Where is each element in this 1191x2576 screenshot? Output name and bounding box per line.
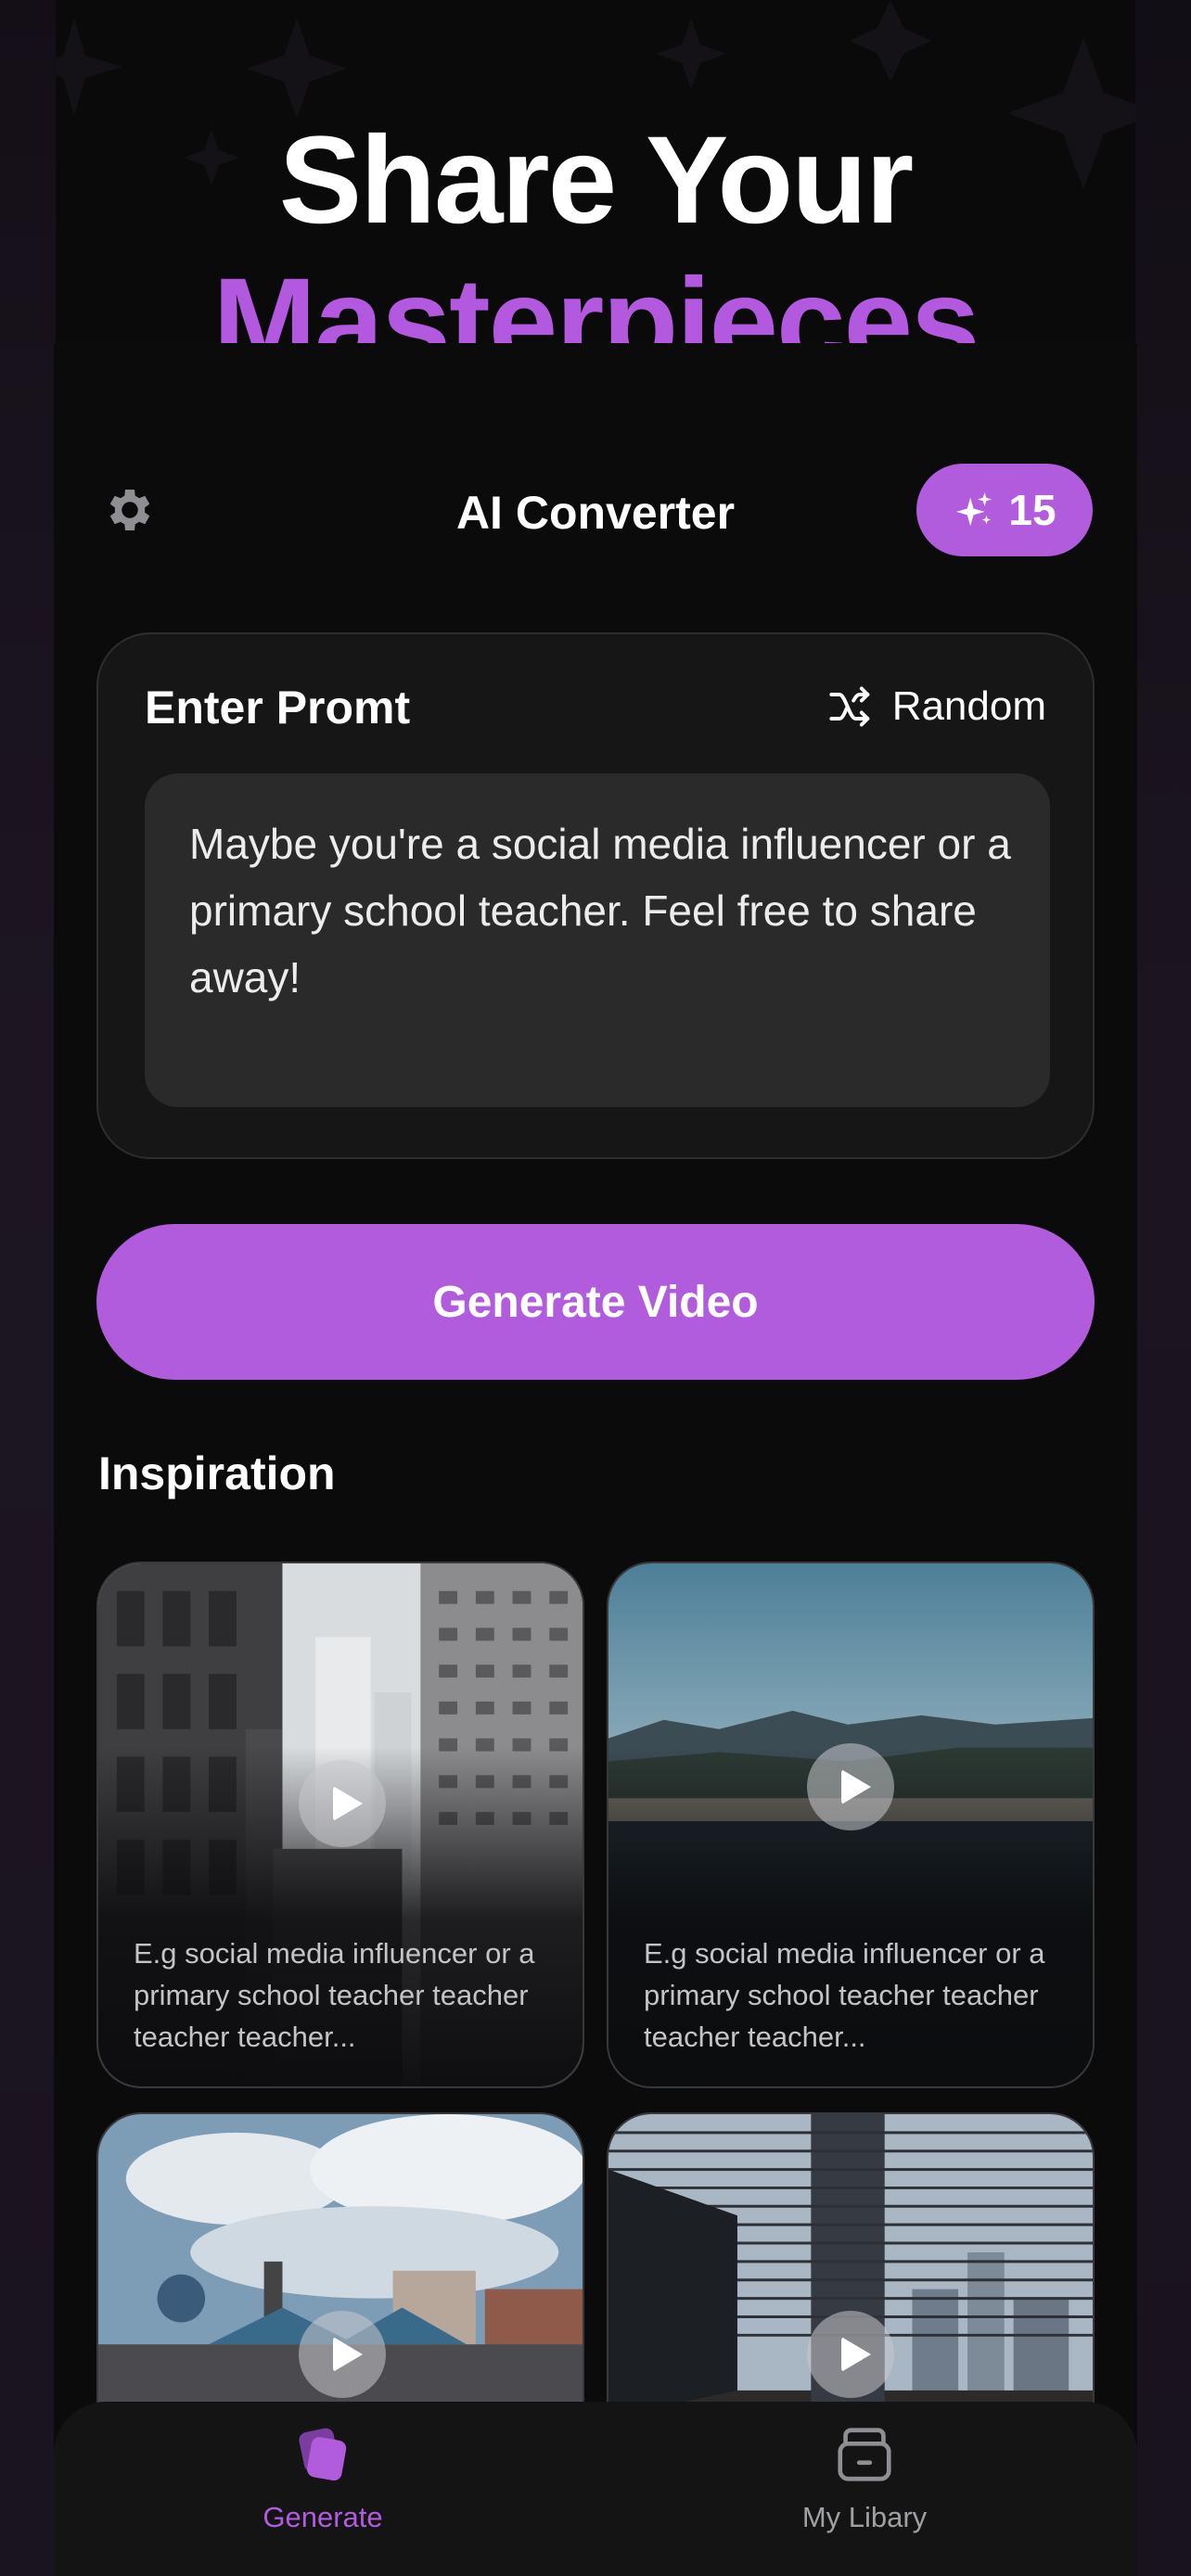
cards-icon <box>299 2428 347 2481</box>
play-icon[interactable] <box>807 1743 894 1830</box>
sparkles-icon <box>956 491 992 527</box>
tab-my-library-label: My Libary <box>801 2501 928 2533</box>
prompt-card: Enter Promt Random Maybe you're a social… <box>96 632 1095 1159</box>
play-icon[interactable] <box>807 2311 894 2398</box>
prompt-input[interactable]: Maybe you're a social media influencer o… <box>145 773 1050 1107</box>
card-caption: E.g social media influencer or a primary… <box>134 1937 535 2053</box>
card-caption: E.g social media influencer or a primary… <box>644 1937 1045 2053</box>
play-icon[interactable] <box>299 2311 386 2398</box>
random-label: Random <box>891 683 1046 729</box>
prompt-text: Maybe you're a social media influencer o… <box>189 820 1011 1001</box>
tab-my-library[interactable]: My Libary <box>725 2422 1004 2534</box>
credits-count: 15 <box>1008 486 1057 534</box>
app-screen: AI Converter 15 Enter Promt Random Maybe… <box>54 343 1137 2576</box>
tab-bar: Generate My Libary <box>54 2402 1137 2576</box>
credits-button[interactable]: 15 <box>916 464 1093 556</box>
play-icon[interactable] <box>299 1760 386 1847</box>
inspiration-title: Inspiration <box>98 1447 336 1499</box>
folder-icon <box>838 2428 891 2481</box>
top-bar: AI Converter 15 <box>54 464 1137 556</box>
random-button[interactable]: Random <box>827 682 1046 731</box>
tab-generate-label: Generate <box>263 2501 383 2533</box>
hero-line-1: Share Your <box>278 111 915 249</box>
inspiration-card[interactable]: E.g social media influencer or a primary… <box>96 1562 584 2088</box>
generate-video-button[interactable]: Generate Video <box>96 1224 1095 1380</box>
prompt-label: Enter Promt <box>145 682 411 733</box>
shuffle-icon <box>829 686 869 727</box>
tab-generate[interactable]: Generate <box>184 2422 462 2534</box>
inspiration-card[interactable]: E.g social media influencer or a primary… <box>607 1562 1095 2088</box>
